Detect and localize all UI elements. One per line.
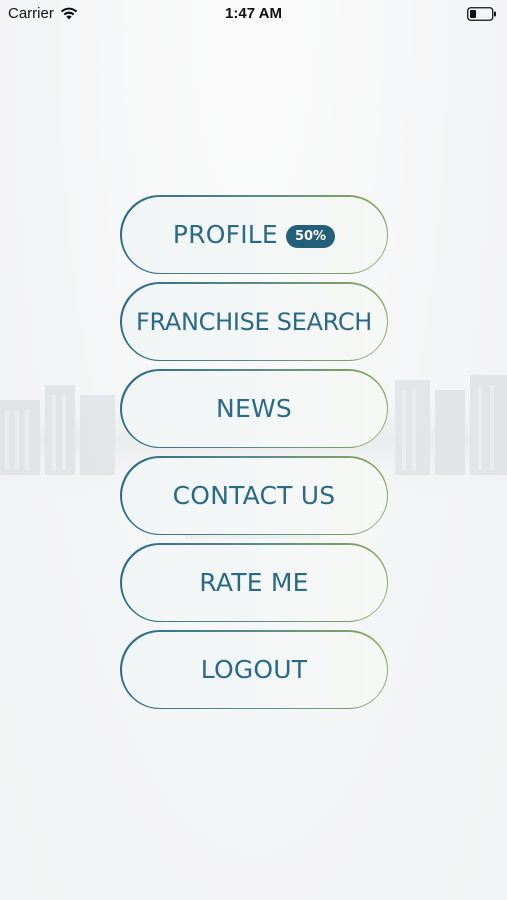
profile-button[interactable]: PROFILE 50%	[120, 195, 388, 274]
contact-us-button-inner: CONTACT US	[121, 457, 387, 534]
rate-me-button-inner: RATE ME	[121, 544, 387, 621]
rate-me-button[interactable]: RATE ME	[120, 543, 388, 622]
news-label: NEWS	[216, 394, 292, 423]
franchise-search-button[interactable]: FRANCHISE SEARCH	[120, 282, 388, 361]
news-button[interactable]: NEWS	[120, 369, 388, 448]
main-menu: PROFILE 50% FRANCHISE SEARCH NEWS CONTAC…	[120, 195, 388, 717]
franchise-search-button-inner: FRANCHISE SEARCH	[121, 283, 387, 360]
logout-label: LOGOUT	[200, 655, 308, 684]
status-bar: Carrier 1:47 AM	[0, 0, 507, 28]
profile-button-inner: PROFILE 50%	[121, 196, 387, 273]
logout-button[interactable]: LOGOUT	[120, 630, 388, 709]
profile-completion-badge: 50%	[285, 225, 336, 248]
news-button-inner: NEWS	[121, 370, 387, 447]
contact-us-button[interactable]: CONTACT US	[120, 456, 388, 535]
profile-label: PROFILE	[172, 220, 278, 249]
rate-me-label: RATE ME	[199, 568, 309, 597]
status-time: 1:47 AM	[225, 5, 282, 22]
logout-button-inner: LOGOUT	[121, 631, 387, 708]
battery-icon	[467, 7, 496, 21]
contact-us-label: CONTACT US	[172, 481, 336, 510]
franchise-search-label: FRANCHISE SEARCH	[135, 307, 373, 336]
